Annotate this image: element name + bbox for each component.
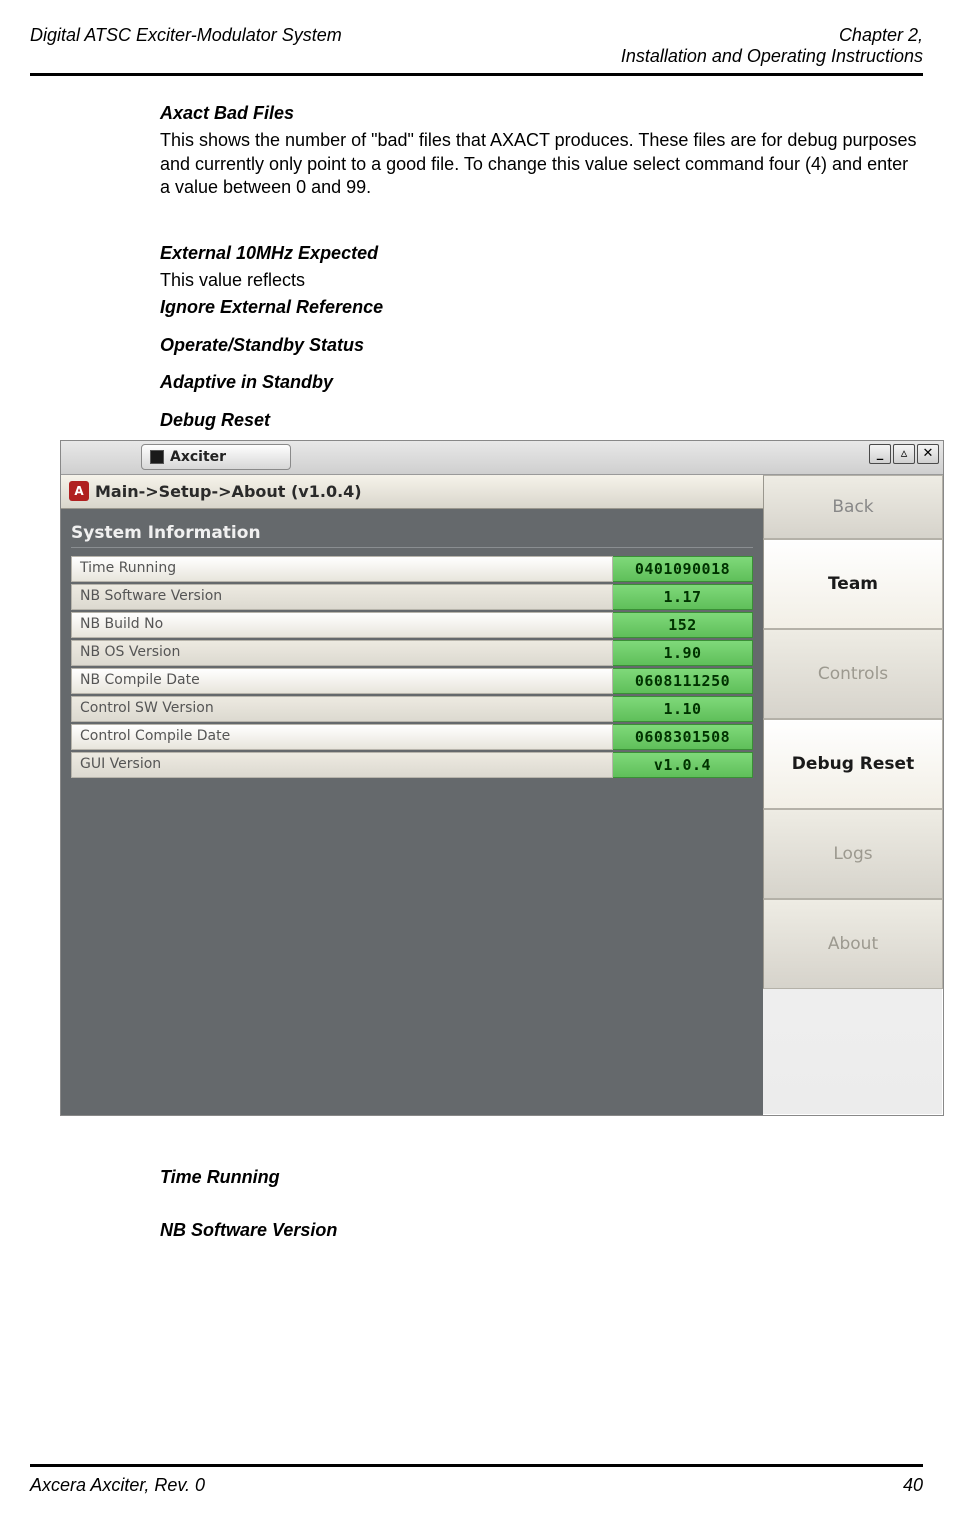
row-label: NB Software Version [71, 584, 613, 610]
row-value: 0608111250 [613, 668, 753, 694]
minimize-icon: _ [877, 446, 884, 461]
row-value: 1.10 [613, 696, 753, 722]
heading-time-running: Time Running [160, 1166, 923, 1189]
para-ext10-body: This value reflects [160, 269, 923, 292]
window-controls: _ ▵ ✕ [869, 444, 939, 464]
heading-operate-standby: Operate/Standby Status [160, 334, 923, 357]
table-row: NB OS Version 1.90 [71, 640, 753, 666]
row-label: Control Compile Date [71, 724, 613, 750]
close-icon: ✕ [923, 446, 934, 461]
header-left: Digital ATSC Exciter-Modulator System [30, 25, 342, 67]
row-value: 152 [613, 612, 753, 638]
tab-about[interactable]: About [763, 899, 943, 989]
maximize-icon: ▵ [901, 446, 908, 461]
table-row: Control SW Version 1.10 [71, 696, 753, 722]
info-table: Time Running 0401090018 NB Software Vers… [71, 556, 753, 778]
breadcrumb-text: Main->Setup->About (v1.0.4) [95, 482, 362, 501]
tab-debug-reset[interactable]: Debug Reset [763, 719, 943, 809]
tab-team[interactable]: Team [763, 539, 943, 629]
page-header: Digital ATSC Exciter-Modulator System Ch… [30, 25, 923, 67]
close-button[interactable]: ✕ [917, 444, 939, 464]
heading-adaptive-standby: Adaptive in Standby [160, 371, 923, 394]
side-panel: Back Team Controls Debug Reset Logs Abou… [763, 475, 943, 1115]
row-value: 1.17 [613, 584, 753, 610]
app-icon [150, 450, 164, 464]
row-label: Control SW Version [71, 696, 613, 722]
tab-logs[interactable]: Logs [763, 809, 943, 899]
minimize-button[interactable]: _ [869, 444, 891, 464]
footer-left: Axcera Axciter, Rev. 0 [30, 1475, 205, 1496]
row-label: GUI Version [71, 752, 613, 778]
row-label: NB OS Version [71, 640, 613, 666]
row-label: NB Build No [71, 612, 613, 638]
table-row: NB Compile Date 0608111250 [71, 668, 753, 694]
row-value: v1.0.4 [613, 752, 753, 778]
section-title: System Information [71, 523, 753, 548]
row-value: 0608301508 [613, 724, 753, 750]
taskbar-app-label: Axciter [170, 449, 226, 465]
heading-ignore-external: Ignore External Reference [160, 296, 923, 319]
row-label: Time Running [71, 556, 613, 582]
heading-nb-software-version: NB Software Version [160, 1219, 923, 1242]
footer-right: 40 [903, 1475, 923, 1496]
row-value: 0401090018 [613, 556, 753, 582]
logo-icon: A [69, 481, 89, 501]
table-row: Time Running 0401090018 [71, 556, 753, 582]
table-row: GUI Version v1.0.4 [71, 752, 753, 778]
table-row: NB Software Version 1.17 [71, 584, 753, 610]
heading-debug-reset: Debug Reset [160, 409, 923, 432]
main-panel: A Main->Setup->About (v1.0.4) System Inf… [61, 475, 763, 1115]
row-value: 1.90 [613, 640, 753, 666]
page-footer: Axcera Axciter, Rev. 0 40 [30, 1464, 923, 1496]
table-row: Control Compile Date 0608301508 [71, 724, 753, 750]
header-right: Chapter 2, Installation and Operating In… [621, 25, 923, 67]
heading-external-10mhz: External 10MHz Expected [160, 242, 923, 265]
app-window: Axciter _ ▵ ✕ A Main->Setup->About (v1.0… [60, 440, 944, 1116]
tab-controls[interactable]: Controls [763, 629, 943, 719]
table-row: NB Build No 152 [71, 612, 753, 638]
header-rule [30, 73, 923, 76]
taskbar-app-button[interactable]: Axciter [141, 444, 291, 470]
row-label: NB Compile Date [71, 668, 613, 694]
window-titlebar: Axciter _ ▵ ✕ [61, 441, 943, 475]
heading-axact-bad-files: Axact Bad Files [160, 102, 923, 125]
back-button[interactable]: Back [763, 475, 943, 539]
maximize-button[interactable]: ▵ [893, 444, 915, 464]
footer-rule [30, 1464, 923, 1467]
breadcrumb-bar: A Main->Setup->About (v1.0.4) [61, 475, 763, 509]
para-axact-body: This shows the number of "bad" files tha… [160, 129, 923, 199]
